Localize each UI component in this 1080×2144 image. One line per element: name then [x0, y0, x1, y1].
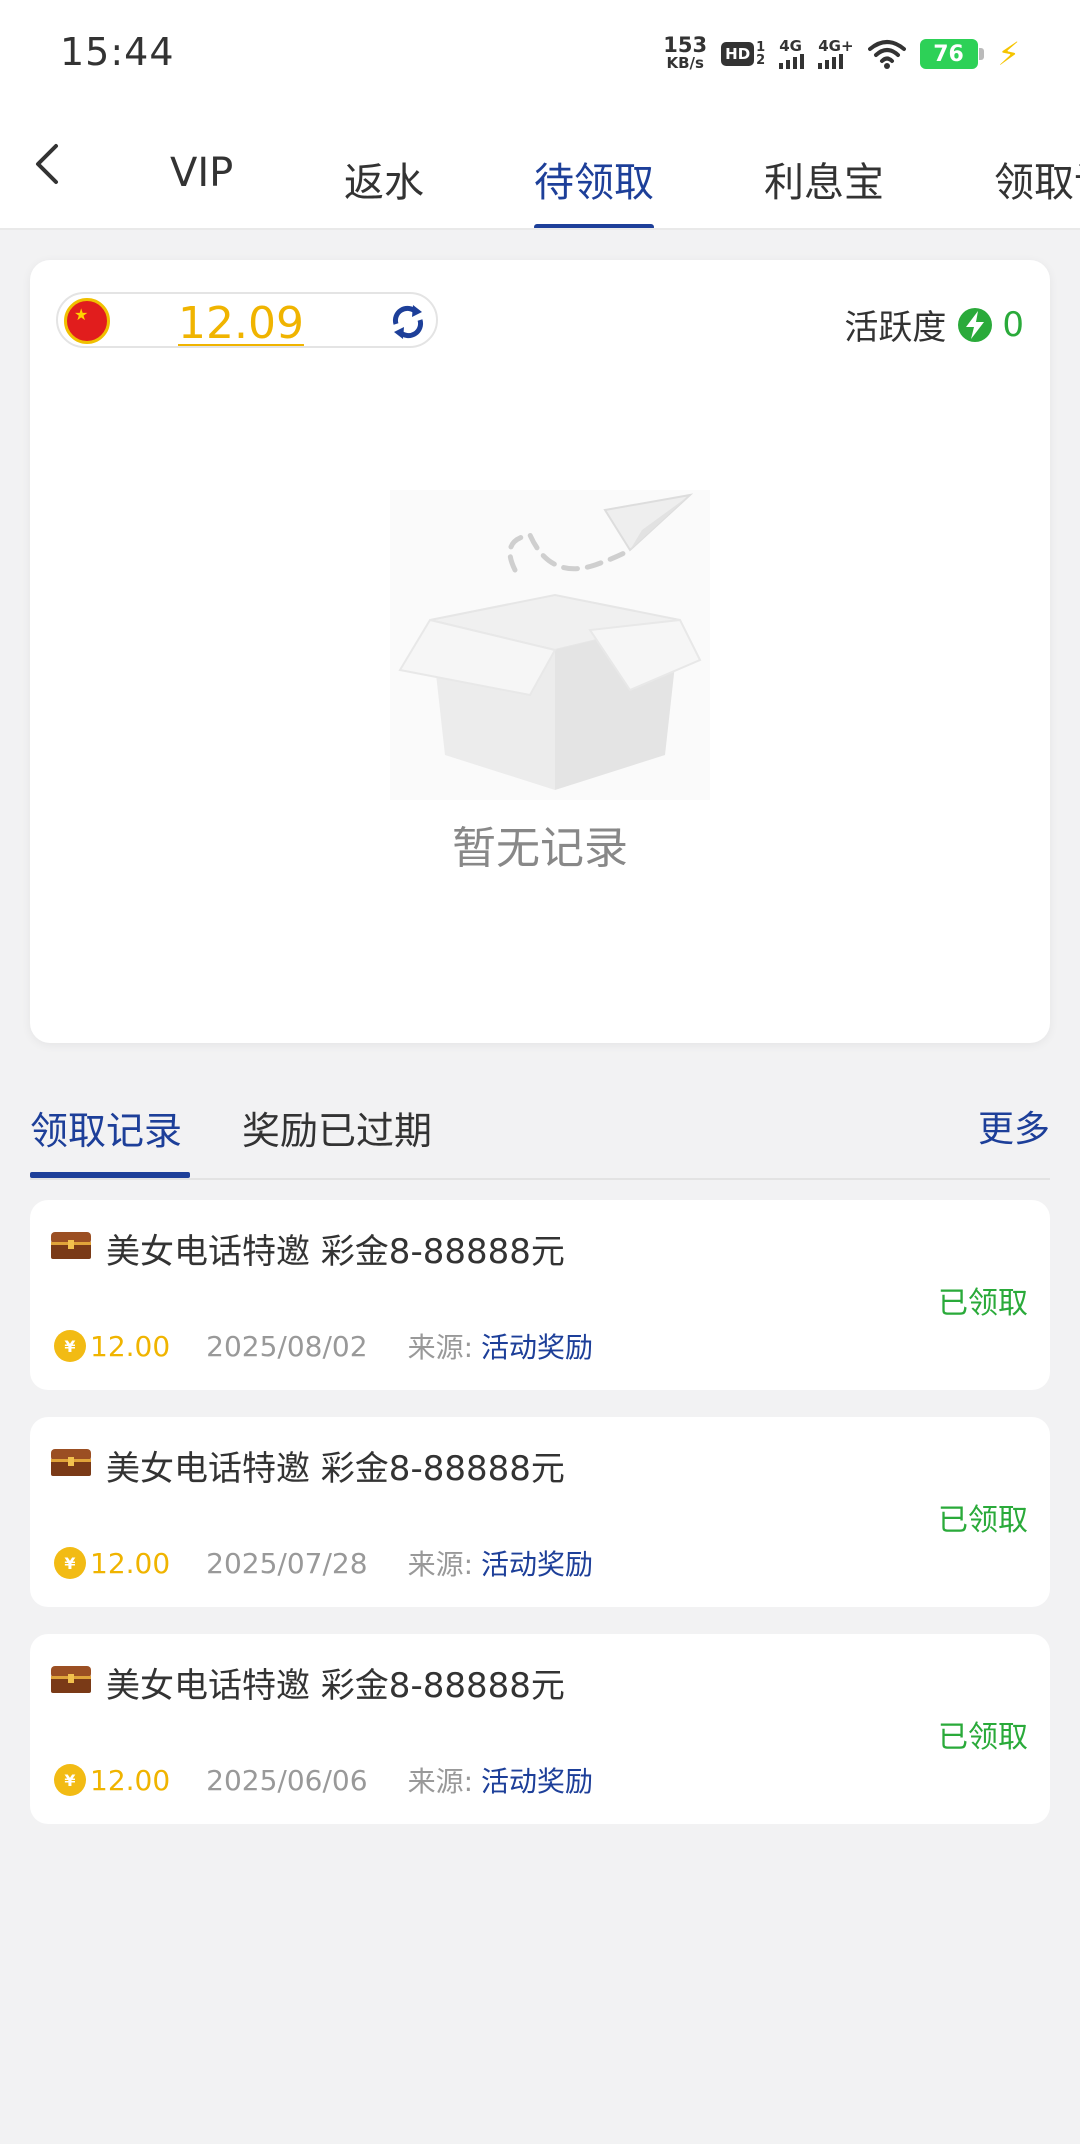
- status-time: 15:44: [60, 30, 175, 74]
- record-source: 活动奖励: [481, 1548, 594, 1581]
- network-speed-unit: KB/s: [666, 54, 704, 72]
- signal-icon-2: 4G+: [818, 37, 854, 69]
- record-amount: 12.00: [90, 1329, 171, 1363]
- record-source-label: 来源:: [407, 1331, 473, 1364]
- coin-icon: ¥: [54, 1330, 86, 1362]
- back-arrow-icon: [36, 144, 58, 184]
- top-nav: VIP 返水 待领取 利息宝 领取记: [0, 110, 1080, 230]
- status-bar: 15:44 153 KB/s HD 1 2 4G 4G+ 76 ⚡: [0, 0, 1080, 110]
- record-title: 美女电话特邀 彩金8-88888元: [106, 1449, 565, 1489]
- record-tab-indicator: [30, 1172, 190, 1178]
- signal-icon: 4G: [779, 37, 805, 69]
- tab-interest[interactable]: 利息宝: [764, 150, 884, 208]
- record-meta: ¥ 12.00 2025/06/06 来源: 活动奖励: [54, 1760, 593, 1800]
- hd-sub: 1 2: [756, 41, 765, 67]
- record-status: 已领取: [938, 1720, 1028, 1755]
- record-date: 2025/07/28: [206, 1546, 368, 1580]
- record-title: 美女电话特邀 彩金8-88888元: [106, 1232, 565, 1272]
- record-date: 2025/06/06: [206, 1763, 368, 1797]
- coin-icon: ¥: [54, 1764, 86, 1796]
- battery-icon: 76: [919, 39, 984, 69]
- wifi-icon: [867, 40, 906, 69]
- tab-claim-history[interactable]: 领取记录: [30, 1100, 182, 1155]
- record-status: 已领取: [938, 1503, 1028, 1538]
- treasure-chest-icon: [51, 1232, 91, 1259]
- record-source: 活动奖励: [481, 1331, 594, 1364]
- china-flag-icon: ★: [64, 298, 110, 344]
- record-amount: 12.00: [90, 1546, 171, 1580]
- hd-sub-2: 2: [756, 53, 766, 68]
- record-title: 美女电话特邀 彩金8-88888元: [106, 1666, 565, 1706]
- tab-rebate[interactable]: 返水: [344, 150, 424, 208]
- record-source: 活动奖励: [481, 1765, 594, 1798]
- record-tabs: 领取记录 奖励已过期 更多: [30, 1100, 1050, 1180]
- treasure-chest-icon: [51, 1666, 91, 1693]
- coin-icon: ¥: [54, 1547, 86, 1579]
- tab-claim-records[interactable]: 领取记: [994, 150, 1080, 208]
- record-meta: ¥ 12.00 2025/07/28 来源: 活动奖励: [54, 1543, 593, 1583]
- record-card[interactable]: 美女电话特邀 彩金8-88888元 已领取 ¥ 12.00 2025/06/06…: [30, 1634, 1050, 1824]
- balance-value: 12.09: [178, 298, 304, 349]
- record-source-label: 来源:: [407, 1765, 473, 1798]
- record-card[interactable]: 美女电话特邀 彩金8-88888元 已领取 ¥ 12.00 2025/07/28…: [30, 1417, 1050, 1607]
- refresh-icon[interactable]: [388, 302, 428, 342]
- treasure-chest-icon: [51, 1449, 91, 1476]
- record-meta: ¥ 12.00 2025/08/02 来源: 活动奖励: [54, 1326, 593, 1366]
- pending-card: ★ 12.09 活跃度 0 暂无记录: [30, 260, 1050, 1043]
- charging-icon: ⚡: [997, 35, 1020, 73]
- network-speed: 153 KB/s: [663, 33, 708, 73]
- record-source-label: 来源:: [407, 1548, 473, 1581]
- tab-vip[interactable]: VIP: [170, 150, 233, 196]
- activity-value: 0: [1002, 304, 1024, 345]
- tab-expired-rewards[interactable]: 奖励已过期: [242, 1100, 432, 1155]
- hd-label: HD: [721, 42, 755, 66]
- status-icons: 153 KB/s HD 1 2 4G 4G+ 76 ⚡: [663, 32, 1020, 76]
- record-status: 已领取: [938, 1286, 1028, 1321]
- active-tab-indicator: [534, 224, 654, 228]
- empty-box-icon: [390, 490, 710, 800]
- record-date: 2025/08/02: [206, 1329, 368, 1363]
- record-amount: 12.00: [90, 1763, 171, 1797]
- signal-label-1: 4G: [779, 37, 802, 55]
- balance-pill: ★ 12.09: [56, 292, 438, 349]
- network-speed-value: 153: [663, 33, 708, 57]
- back-button[interactable]: [32, 142, 76, 186]
- lightning-icon: [958, 307, 993, 342]
- empty-state-text: 暂无记录: [452, 823, 628, 874]
- more-link[interactable]: 更多: [978, 1100, 1050, 1152]
- activity-indicator: 活跃度 0: [844, 300, 1024, 349]
- hd-icon: HD 1 2: [721, 41, 765, 67]
- signal-label-2: 4G+: [818, 37, 854, 55]
- activity-label: 活跃度: [844, 308, 947, 348]
- record-card[interactable]: 美女电话特邀 彩金8-88888元 已领取 ¥ 12.00 2025/08/02…: [30, 1200, 1050, 1390]
- tab-pending[interactable]: 待领取: [534, 150, 654, 208]
